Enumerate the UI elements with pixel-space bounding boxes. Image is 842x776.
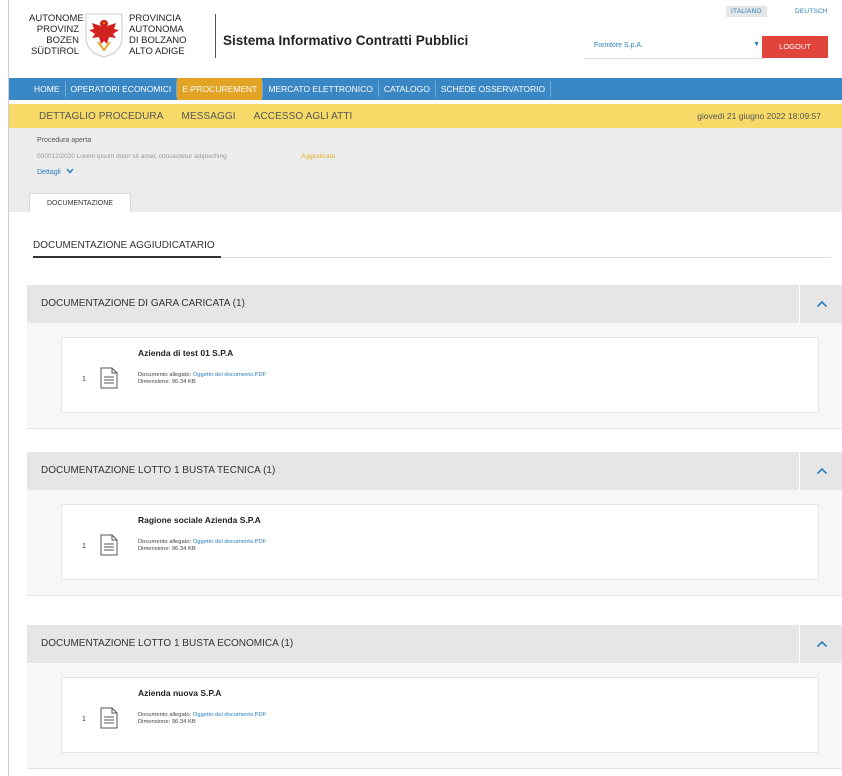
- section-header[interactable]: DOCUMENTAZIONE LOTTO 1 BUSTA ECONOMICA (…: [27, 625, 842, 663]
- supplier-select-value: Fornitore S.p.A.: [594, 42, 644, 49]
- section-body: 1 Azienda di test 01 S.P.A Documento all…: [27, 323, 842, 429]
- document-icon: [100, 534, 118, 556]
- caret-down-icon: ▼: [753, 41, 760, 48]
- attachment-info: Documento allegato: Oggetto del document…: [138, 372, 266, 386]
- item-number: 1: [82, 716, 86, 723]
- sub-nav: DETTAGLIO PROCEDURA MESSAGGI ACCESSO AGL…: [9, 104, 842, 128]
- eagle-coat-of-arms-icon: [85, 13, 123, 58]
- section-collapse-button[interactable]: [799, 452, 842, 490]
- chevron-up-icon: [816, 640, 827, 648]
- nav-item-e-procurement[interactable]: E-PROCUREMENT: [177, 78, 263, 100]
- header: AUTONOME PROVINZ BOZEN SÜDTIROL PROVINCI…: [9, 0, 842, 74]
- document-card: 1 Ragione sociale Azienda S.P.A Document…: [61, 504, 819, 580]
- company-name: Ragione sociale Azienda S.P.A: [138, 515, 261, 525]
- attachment-link[interactable]: Oggetto del documento.PDF: [193, 372, 266, 378]
- tab-documentazione[interactable]: DOCUMENTAZIONE: [29, 193, 131, 213]
- document-icon: [100, 707, 118, 729]
- section-body: 1 Azienda nuova S.P.A Documento allegato…: [27, 663, 842, 769]
- item-number: 1: [82, 376, 86, 383]
- procedure-type: Procedura aperta: [37, 137, 92, 144]
- procedure-info: Procedura aperta 000012/2020 Lorem ipsum…: [9, 128, 842, 213]
- attachment-size: Dimensione: 96.34 KB: [138, 546, 196, 552]
- details-toggle[interactable]: Dettagli: [37, 168, 74, 176]
- item-number: 1: [82, 543, 86, 550]
- subnav-item-accesso-agli-atti[interactable]: ACCESSO AGLI ATTI: [254, 111, 353, 122]
- subnav-item-messaggi[interactable]: MESSAGGI: [182, 111, 236, 122]
- nav-item-home[interactable]: HOME: [29, 78, 65, 100]
- subnav-item-dettaglio-procedura[interactable]: DETTAGLIO PROCEDURA: [39, 111, 164, 122]
- logo-text-german: AUTONOME PROVINZ BOZEN SÜDTIROL: [29, 13, 84, 57]
- attachment-info: Documento allegato: Oggetto del document…: [138, 712, 266, 726]
- title-divider: [221, 257, 831, 258]
- procedure-status-badge: Aggiudicata: [301, 153, 335, 160]
- company-name: Azienda di test 01 S.P.A: [138, 348, 234, 358]
- attachment-link[interactable]: Oggetto del documento.PDF: [193, 539, 266, 545]
- current-datetime: giovedì 21 giugno 2022 18:09:57: [697, 111, 821, 121]
- supplier-select[interactable]: Fornitore S.p.A. ▼: [584, 35, 764, 59]
- section-header[interactable]: DOCUMENTAZIONE DI GARA CARICATA (1): [27, 285, 842, 323]
- attachment-size: Dimensione: 96.34 KB: [138, 379, 196, 385]
- details-label: Dettagli: [37, 169, 61, 176]
- attachment-info: Documento allegato: Oggetto del document…: [138, 539, 266, 553]
- nav-item-operatori-economici[interactable]: OPERATORI ECONOMICI: [66, 78, 177, 100]
- logo-text-italian: PROVINCIA AUTONOMA DI BOLZANO ALTO ADIGE: [129, 13, 187, 57]
- chevron-down-icon: [66, 168, 74, 174]
- title-underline: [33, 256, 221, 258]
- section-title: DOCUMENTAZIONE DI GARA CARICATA (1): [41, 298, 245, 309]
- nav-item-schede-osservatorio[interactable]: SCHEDE OSSERVATORIO: [436, 78, 550, 100]
- nav-item-mercato-elettronico[interactable]: MERCATO ELETTRONICO: [263, 78, 378, 100]
- chevron-up-icon: [816, 467, 827, 475]
- document-card: 1 Azienda nuova S.P.A Documento allegato…: [61, 677, 819, 753]
- province-logo[interactable]: AUTONOME PROVINZ BOZEN SÜDTIROL PROVINCI…: [29, 12, 199, 58]
- document-icon: [100, 367, 118, 389]
- attachment-label: Documento allegato:: [138, 712, 192, 718]
- procedure-description: 000012/2020 Lorem ipsum dolor sit amet, …: [37, 153, 227, 160]
- attachment-label: Documento allegato:: [138, 539, 192, 545]
- app-title: Sistema Informativo Contratti Pubblici: [223, 33, 469, 48]
- section-title: DOCUMENTAZIONE LOTTO 1 BUSTA ECONOMICA (…: [41, 638, 294, 649]
- nav-item-catalogo[interactable]: CATALOGO: [379, 78, 435, 100]
- language-deutsch[interactable]: DEUTSCH: [791, 6, 832, 17]
- company-name: Azienda nuova S.P.A: [138, 688, 222, 698]
- attachment-link[interactable]: Oggetto del documento.PDF: [193, 712, 266, 718]
- page-frame: AUTONOME PROVINZ BOZEN SÜDTIROL PROVINCI…: [8, 0, 842, 776]
- section-title: DOCUMENTAZIONE LOTTO 1 BUSTA TECNICA (1): [41, 465, 276, 476]
- attachment-size: Dimensione: 96.34 KB: [138, 719, 196, 725]
- language-italiano[interactable]: ITALIANO: [726, 6, 767, 17]
- logout-button[interactable]: LOGOUT: [762, 36, 828, 58]
- page-title: DOCUMENTAZIONE AGGIUDICATARIO: [33, 240, 215, 251]
- section-body: 1 Ragione sociale Azienda S.P.A Document…: [27, 490, 842, 596]
- section-header[interactable]: DOCUMENTAZIONE LOTTO 1 BUSTA TECNICA (1): [27, 452, 842, 490]
- nav-divider: [550, 81, 552, 97]
- section-collapse-button[interactable]: [799, 625, 842, 663]
- main-nav: HOME OPERATORI ECONOMICI E-PROCUREMENT M…: [9, 78, 842, 100]
- logo-divider: [215, 14, 216, 58]
- chevron-up-icon: [816, 300, 827, 308]
- document-card: 1 Azienda di test 01 S.P.A Documento all…: [61, 337, 819, 413]
- attachment-label: Documento allegato:: [138, 372, 192, 378]
- section-collapse-button[interactable]: [799, 285, 842, 323]
